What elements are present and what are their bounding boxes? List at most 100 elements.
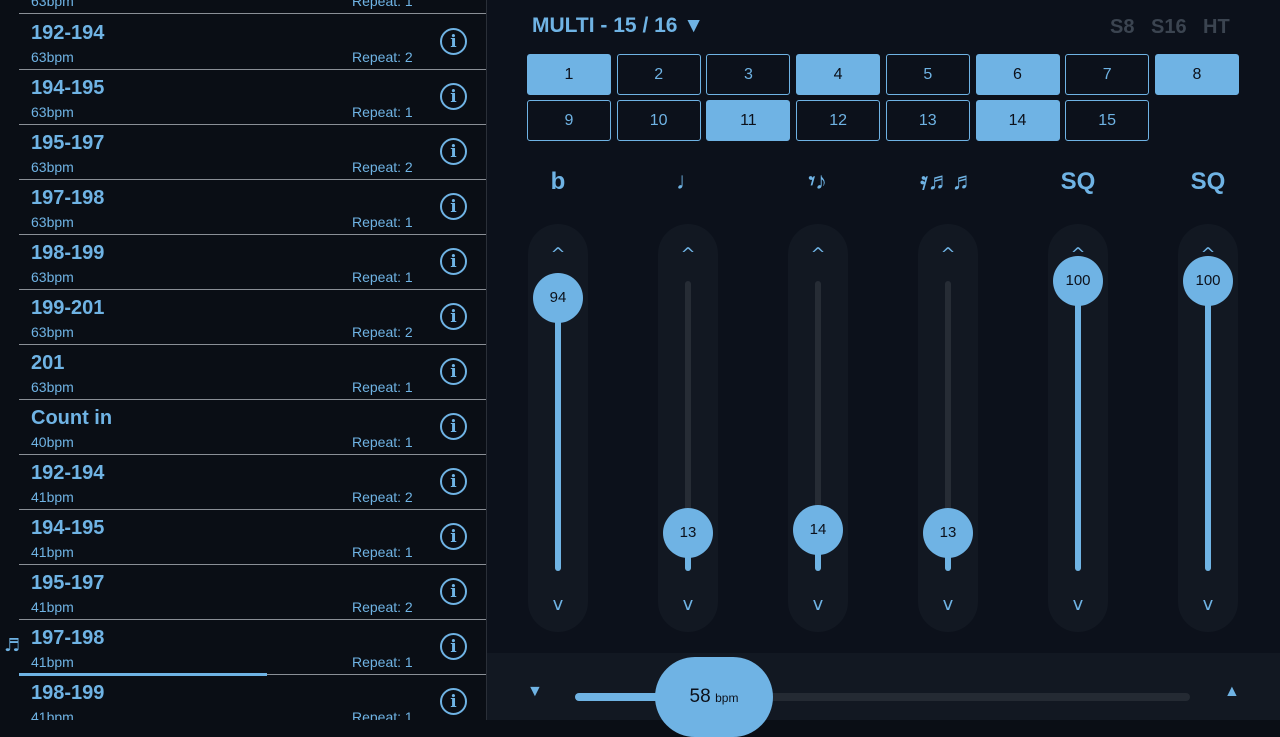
row-bpm: 41bpm [31,544,74,560]
row-bpm: 63bpm [31,214,74,230]
tempo-down-button[interactable]: ▼ [527,683,543,701]
channel-slider[interactable]: ^ 13 v [658,224,718,632]
list-item[interactable]: 201 63bpm Repeat: 1 i [19,345,486,400]
list-item[interactable]: 194-195 41bpm Repeat: 1 i [19,510,486,565]
row-repeat: Repeat: 1 [352,379,413,395]
eighth-note-icon: 𝄾♪ [808,168,828,195]
channel-slider[interactable]: ^ 13 v [918,224,978,632]
info-icon[interactable]: i [440,28,467,55]
bar-button-10[interactable]: 10 [616,100,701,141]
info-icon[interactable]: i [440,83,467,110]
tempo-bar: ▼ 58 bpm ▲ [487,653,1280,737]
bar-button-7[interactable]: 7 [1065,54,1150,95]
tempo-up-button[interactable]: ▲ [1224,683,1240,701]
row-repeat: Repeat: 1 [352,104,413,120]
slider-knob[interactable]: 100 [1183,256,1233,306]
row-repeat: Repeat: 2 [352,159,413,175]
slider-knob[interactable]: 14 [793,505,843,556]
list-item[interactable]: 192-194 41bpm Repeat: 2 i [19,455,486,510]
bar-button-3[interactable]: 3 [706,54,791,95]
bar-button-13[interactable]: 13 [885,100,970,141]
row-title: 192-194 [31,22,105,44]
list-item[interactable]: 194-195 63bpm Repeat: 1 i [19,70,486,125]
mode-option-s8[interactable]: S8 [1110,16,1134,39]
bar-button-8[interactable]: 8 [1154,54,1239,95]
info-icon[interactable]: i [440,468,467,495]
tempo-knob[interactable]: 58 bpm [655,657,773,737]
row-repeat: Repeat: 2 [352,489,413,505]
list-item[interactable]: 198-199 63bpm Repeat: 1 i [19,235,486,290]
bar-button-1[interactable]: 1 [527,54,611,95]
list-item[interactable]: 192-194 63bpm Repeat: 2 i [19,15,486,70]
list-item[interactable]: 63bpm Repeat: 1 i [19,0,486,14]
row-title: 195-197 [31,572,105,594]
row-repeat: Repeat: 1 [352,434,413,450]
channel-down-button[interactable]: v [788,594,848,615]
list-item[interactable]: 197-198 63bpm Repeat: 1 i [19,180,486,235]
channel-up-button[interactable]: ^ [918,244,978,265]
mode-option-ht[interactable]: HT [1203,16,1230,39]
channel-down-button[interactable]: v [918,594,978,615]
bar-button-5[interactable]: 5 [885,54,970,95]
channel-slider[interactable]: ^ 94 v [528,224,588,632]
bar-button-15[interactable]: 15 [1065,100,1150,141]
row-repeat: Repeat: 2 [352,49,413,65]
row-bpm: 63bpm [31,379,74,395]
channel-down-button[interactable]: v [1048,594,1108,615]
list-item[interactable]: 199-201 63bpm Repeat: 2 i [19,290,486,345]
channel-up-button[interactable]: ^ [528,244,588,265]
bar-button-12[interactable]: 12 [796,100,881,141]
channel-slider[interactable]: ^ 100 v [1178,224,1238,632]
list-item[interactable]: 195-197 41bpm Repeat: 2 i [19,565,486,620]
channel-down-button[interactable]: v [658,594,718,615]
bar-button-4[interactable]: 4 [796,54,881,95]
info-icon[interactable]: i [440,138,467,165]
mode-dropdown[interactable]: MULTI - 15 / 16 ▼ [532,14,704,38]
info-icon[interactable]: i [440,688,467,715]
info-icon[interactable]: i [440,413,467,440]
flat-icon: b [550,168,566,195]
slider-knob[interactable]: 13 [663,508,713,559]
info-icon[interactable]: i [440,303,467,330]
bar-button-11[interactable]: 11 [706,100,791,141]
channel-down-button[interactable]: v [528,594,588,615]
info-icon[interactable]: i [440,248,467,275]
list-item[interactable]: 195-197 63bpm Repeat: 2 i [19,125,486,180]
slider-knob[interactable]: 94 [533,273,583,324]
bar-button-9[interactable]: 9 [527,100,611,141]
quarter-note-icon: ♩ [676,168,700,195]
channel-label: SQ [1060,168,1096,195]
list-item[interactable]: 197-198 41bpm Repeat: 1 i [19,620,486,676]
row-repeat: Repeat: 1 [352,0,413,9]
row-title: 195-197 [31,132,105,154]
channel-slider[interactable]: ^ 100 v [1048,224,1108,632]
bar-button-2[interactable]: 2 [616,54,701,95]
channel-up-button[interactable]: ^ [788,244,848,265]
row-bpm: 41bpm [31,709,74,720]
row-bpm: 63bpm [31,104,74,120]
section-list[interactable]: 63bpm Repeat: 1 i 192-194 63bpm Repeat: 2 i… [0,0,486,720]
info-icon[interactable]: i [440,193,467,220]
info-icon[interactable]: i [440,633,467,660]
row-bpm: 41bpm [31,489,74,505]
channel-slider[interactable]: ^ 14 v [788,224,848,632]
channel-up-button[interactable]: ^ [658,244,718,265]
bar-button-6[interactable]: 6 [975,54,1060,95]
channel-down-button[interactable]: v [1178,594,1238,615]
info-icon[interactable]: i [440,523,467,550]
row-repeat: Repeat: 1 [352,654,413,670]
slider-knob[interactable]: 100 [1053,256,1103,306]
list-item[interactable]: 198-199 41bpm Repeat: 1 i [19,675,486,720]
mode-option-s16[interactable]: S16 [1151,16,1187,39]
list-item[interactable]: Count in 40bpm Repeat: 1 i [19,400,486,455]
bar-button-14[interactable]: 14 [975,100,1060,141]
slider-knob[interactable]: 13 [923,508,973,559]
info-icon[interactable]: i [440,358,467,385]
row-bpm: 63bpm [31,49,74,65]
info-icon[interactable]: i [440,578,467,605]
row-title: 198-199 [31,242,105,264]
row-title: 199-201 [31,297,105,319]
row-repeat: Repeat: 1 [352,544,413,560]
slider-fill [1205,281,1211,571]
row-bpm: 63bpm [31,0,74,9]
